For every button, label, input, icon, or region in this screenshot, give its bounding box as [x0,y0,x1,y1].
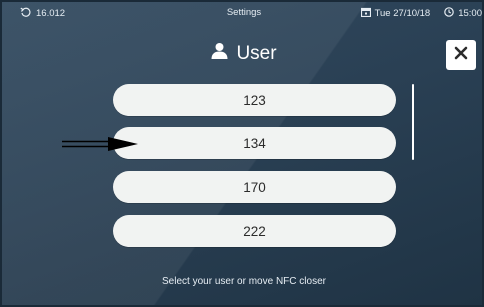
page-title: User [236,42,277,64]
user-button-label: 170 [243,179,266,195]
close-button[interactable] [446,40,476,70]
scrollbar[interactable] [412,84,414,160]
user-button-label: 123 [243,92,266,108]
user-button-4[interactable]: 222 [113,215,396,247]
user-button-2[interactable]: 134 [113,127,396,159]
status-right: Tue 27/10/18 15:00 [360,7,482,20]
user-button-label: 222 [243,223,266,239]
status-date: Tue 27/10/18 [374,8,431,19]
status-bar: 16.012 Settings Tue 27/10/18 15:00 [2,2,482,24]
user-button-3[interactable]: 170 [113,171,396,203]
instruction-text: Select your user or move NFC closer [162,276,326,287]
clock-icon [444,7,455,20]
user-button-1[interactable]: 123 [113,84,396,116]
settings-screen: 16.012 Settings Tue 27/10/18 15:00 User … [0,0,484,307]
user-icon [211,42,228,65]
status-time: 15:00 [458,8,482,19]
user-button-label: 134 [243,135,266,151]
page-header: User [2,42,482,65]
arrow-right-icon [62,136,140,157]
close-icon [454,46,468,65]
calendar-icon [360,7,371,20]
